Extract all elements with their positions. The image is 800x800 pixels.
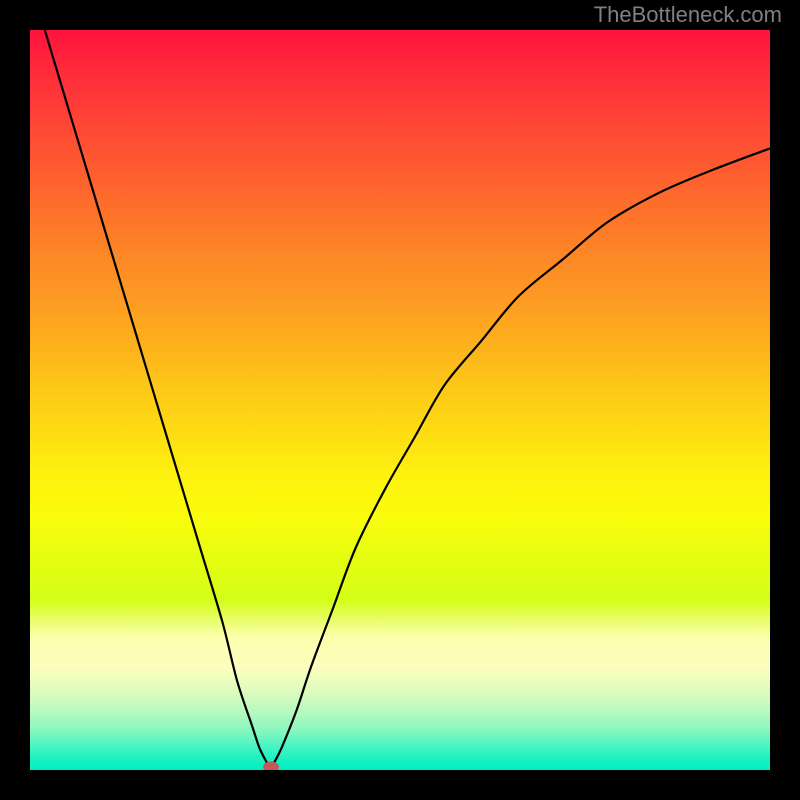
minimum-marker xyxy=(263,762,279,771)
bottleneck-curve-path xyxy=(45,30,770,770)
chart-container: TheBottleneck.com xyxy=(0,0,800,800)
curve-svg xyxy=(30,30,770,770)
plot-area xyxy=(30,30,770,770)
watermark-text: TheBottleneck.com xyxy=(594,2,782,28)
